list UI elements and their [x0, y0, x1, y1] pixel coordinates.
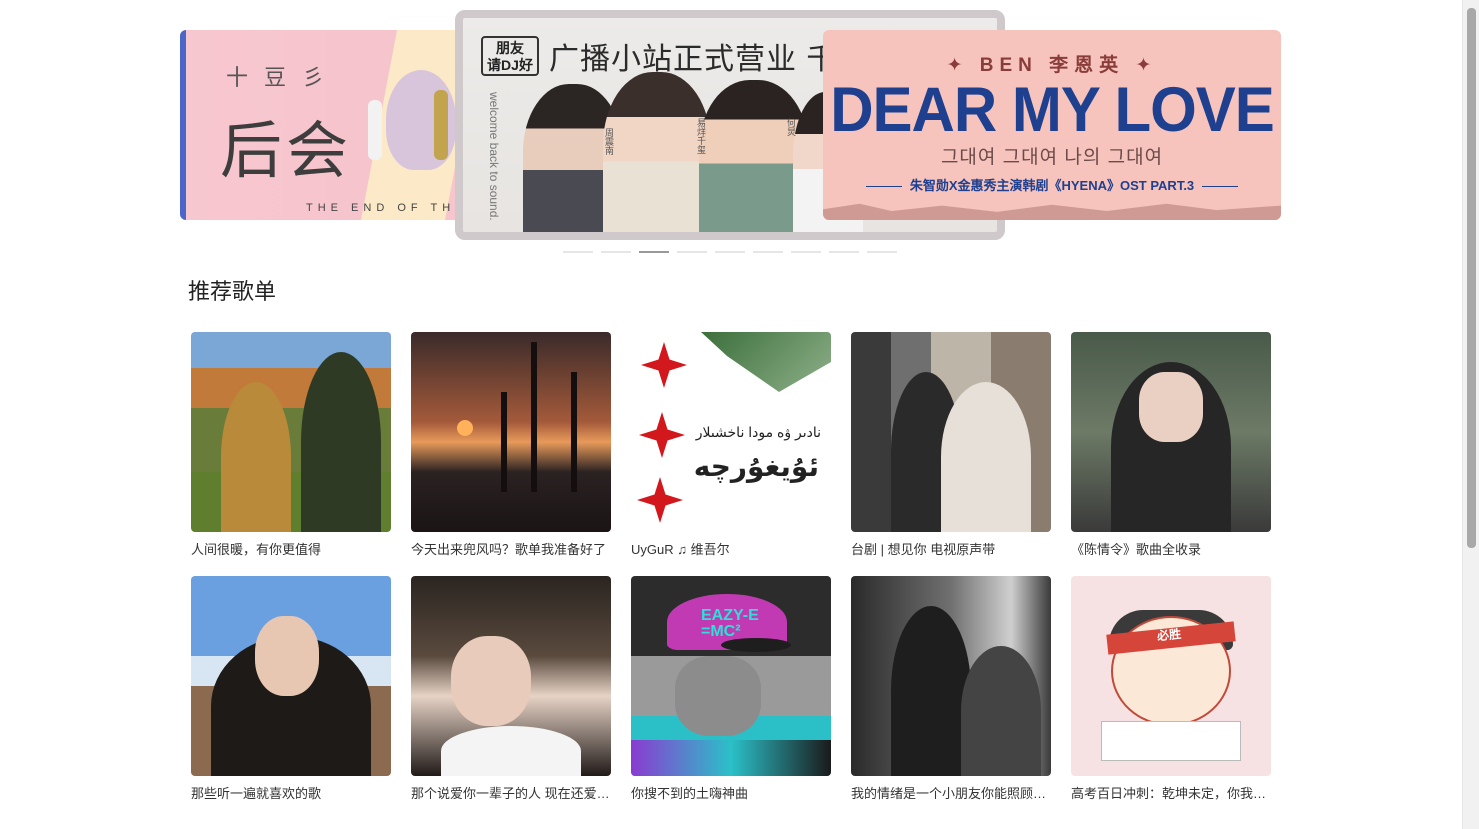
cover-figure	[891, 606, 971, 776]
playlist-card[interactable]: 《陈情令》歌曲全收录	[1071, 332, 1271, 558]
hat-brim	[721, 638, 791, 652]
playlist-title[interactable]: UyGuR ♫ 维吾尔	[631, 539, 831, 558]
playlist-card[interactable]: 那些听一遍就喜欢的歌	[191, 576, 391, 802]
playlist-title[interactable]: 你搜不到的土嗨神曲	[631, 783, 831, 802]
page-scrollbar[interactable]	[1462, 0, 1479, 829]
cover-figure	[961, 646, 1041, 776]
banner-center-logo: 朋友 请DJ好	[481, 36, 539, 76]
playlist-title[interactable]: 台剧 | 想见你 电视原声带	[851, 539, 1051, 558]
playlist-card[interactable]: 必胜 高考百日冲刺：乾坤未定，你我皆是黑马	[1071, 576, 1271, 802]
cover-figure	[441, 726, 581, 776]
book-icon	[1101, 721, 1241, 761]
scrollbar-thumb[interactable]	[1467, 8, 1476, 548]
playlist-cover[interactable]	[411, 576, 611, 776]
playlist-cover[interactable]: EAZY-E =MC²	[631, 576, 831, 776]
banner-right-korean: 그대여 그대여 나의 그대여	[940, 147, 1164, 168]
playlist-title[interactable]: 高考百日冲刺：乾坤未定，你我皆是黑马	[1071, 783, 1271, 802]
playlist-title[interactable]: 那个说爱你一辈子的人 现在还爱你吗	[411, 783, 611, 802]
banner-caption: 何炅	[786, 118, 796, 136]
banner-figure	[368, 100, 382, 160]
poinsettia-icon	[637, 477, 683, 523]
poinsettia-icon	[641, 342, 687, 388]
palm-tree	[571, 372, 577, 492]
playlist-card[interactable]: 台剧 | 想见你 电视原声带	[851, 332, 1051, 558]
carousel-indicators	[563, 251, 897, 253]
playlist-title[interactable]: 《陈情令》歌曲全收录	[1071, 539, 1271, 558]
banner-right-title: DEAR MY LOVE	[830, 74, 1275, 145]
cover-figure	[631, 740, 831, 776]
playlist-cover[interactable]	[851, 332, 1051, 532]
banner-caption: 易烊千玺	[696, 118, 706, 154]
carousel-dot[interactable]	[601, 251, 631, 253]
banner-center-welcome: welcome back to sound.	[487, 92, 501, 221]
carousel-dot[interactable]	[791, 251, 821, 253]
hat-text-line: =MC²	[701, 623, 741, 640]
playlist-title[interactable]: 人间很暖，有你更值得	[191, 539, 391, 558]
playlist-cover[interactable]	[851, 576, 1051, 776]
playlist-cover[interactable]	[191, 576, 391, 776]
cover-text: ئۇيغۇرچە	[693, 451, 819, 482]
playlist-cover[interactable]: 必胜	[1071, 576, 1271, 776]
banner-right-ost: 朱智勋X金惠秀主演韩剧《HYENA》OST PART.3	[823, 175, 1281, 194]
palm-tree	[501, 392, 507, 492]
playlist-cover[interactable]	[1071, 332, 1271, 532]
playlist-title[interactable]: 那些听一遍就喜欢的歌	[191, 783, 391, 802]
playlist-card[interactable]: EAZY-E =MC² 你搜不到的土嗨神曲	[631, 576, 831, 802]
playlist-card[interactable]: 我的情绪是一个小朋友你能照顾它吗	[851, 576, 1051, 802]
banner-carousel[interactable]: 十豆彡 后会 THE END OF THE W 朋友 请DJ好 广播小站正式营业…	[180, 8, 1282, 258]
cover-text: EAZY-E =MC²	[701, 608, 759, 640]
sun-icon	[457, 420, 473, 436]
carousel-dot[interactable]	[829, 251, 859, 253]
playlist-cover[interactable]	[411, 332, 611, 532]
logo-line: 请DJ好	[487, 57, 533, 73]
playlist-card[interactable]: 今天出来兜风吗？歌单我准备好了	[411, 332, 611, 558]
banner-caption: 周震南	[604, 128, 614, 155]
cover-face	[1139, 372, 1203, 442]
cover-leaves	[701, 332, 831, 392]
banner-torn-edge	[823, 203, 1281, 220]
banner-slide-right[interactable]: ✦ BEN 李恩英 ✦ DEAR MY LOVE 그대여 그대여 나의 그대여 …	[823, 30, 1281, 220]
carousel-dot[interactable]	[677, 251, 707, 253]
palm-tree	[531, 342, 537, 492]
logo-line: 朋友	[496, 40, 524, 56]
carousel-dot[interactable]	[639, 251, 669, 253]
section-title: 推荐歌单	[188, 279, 277, 304]
carousel-dot[interactable]	[563, 251, 593, 253]
banner-figure	[434, 90, 448, 160]
playlist-card[interactable]: نادىر ۋە مودا ناخشىلار ئۇيغۇرچە UyGuR ♫ …	[631, 332, 831, 558]
cover-face	[675, 656, 761, 736]
carousel-dot[interactable]	[715, 251, 745, 253]
playlist-title[interactable]: 我的情绪是一个小朋友你能照顾它吗	[851, 783, 1051, 802]
banner-left-title: 后会	[220, 114, 353, 187]
playlist-cover[interactable]: نادىر ۋە مودا ناخشىلار ئۇيغۇرچە	[631, 332, 831, 532]
playlist-grid: 人间很暖，有你更值得 今天出来兜风吗？歌单我准备好了 نادىر ۋە مودا…	[191, 332, 1271, 802]
playlist-card[interactable]: 人间很暖，有你更值得	[191, 332, 391, 558]
carousel-dot[interactable]	[867, 251, 897, 253]
playlist-cover[interactable]	[191, 332, 391, 532]
cover-figure	[941, 382, 1031, 532]
carousel-dot[interactable]	[753, 251, 783, 253]
playlist-title[interactable]: 今天出来兜风吗？歌单我准备好了	[411, 539, 611, 558]
cover-face	[255, 616, 319, 696]
cover-text: 必胜	[1156, 626, 1182, 644]
banner-left-small-title: 十豆彡	[226, 66, 341, 91]
poinsettia-icon	[639, 412, 685, 458]
cover-face	[451, 636, 531, 726]
cover-figure	[301, 352, 381, 532]
hat-text-line: EAZY-E	[701, 607, 759, 624]
playlist-card[interactable]: 那个说爱你一辈子的人 现在还爱你吗	[411, 576, 611, 802]
cover-figure	[221, 382, 291, 532]
cover-text: نادىر ۋە مودا ناخشىلار	[695, 424, 821, 440]
